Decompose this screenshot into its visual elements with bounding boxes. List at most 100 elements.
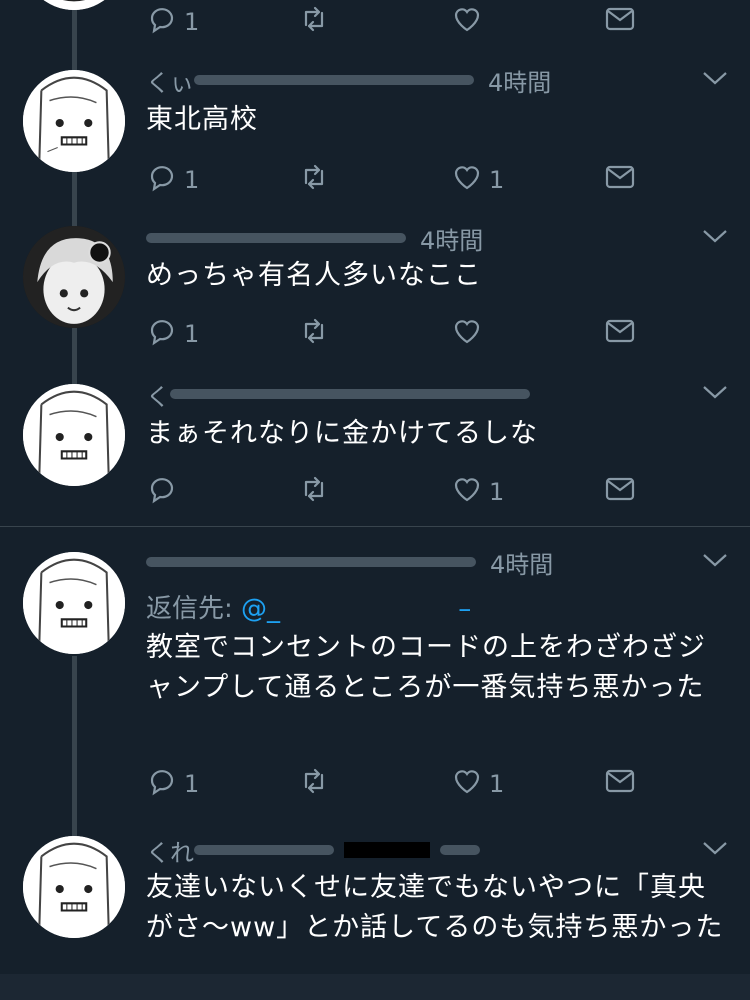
redacted-user (146, 557, 476, 567)
bottom-bar (0, 974, 750, 1000)
like-count: 1 (489, 770, 505, 798)
reply-count: 1 (184, 770, 200, 798)
tweet-actions: 1 (146, 2, 646, 42)
avatar[interactable] (23, 226, 125, 328)
reply-icon (146, 3, 178, 41)
reply-icon (146, 473, 178, 511)
redacted-time (440, 845, 480, 855)
dm-icon (604, 161, 636, 199)
tweet[interactable]: 1 (0, 0, 750, 52)
chevron-down-icon (703, 230, 727, 243)
reply-button[interactable]: 1 (146, 2, 199, 42)
tweet-actions: 1 (146, 314, 646, 354)
like-icon (451, 161, 483, 199)
reply-to-separator: – (458, 594, 472, 624)
timestamp[interactable]: 4時間 (420, 221, 483, 256)
retweet-icon (298, 3, 330, 41)
chevron-down-icon (703, 72, 727, 85)
dm-icon (604, 315, 636, 353)
tweet-header: くぃ 4時間 (146, 62, 706, 98)
chevron-down-icon (703, 554, 727, 567)
tweet-text: 友達いないくせに友達でもないやつに「真央がさ〜ww」とか話してるのも気持ち悪かっ… (146, 872, 724, 943)
dm-button[interactable] (604, 2, 636, 42)
like-icon (451, 473, 483, 511)
tweet-text: 教室でコンセントのコードの上をわざわざジャンプして通るところが一番気持ち悪かった (146, 632, 706, 703)
tweet-header: 4時間 (146, 220, 706, 256)
redacted-handle (170, 389, 530, 399)
tweet-text: 東北高校 (146, 104, 258, 135)
redacted-handle (194, 75, 474, 85)
reply-button[interactable] (146, 472, 178, 512)
tweet-text: めっちゃ有名人多いなここ (146, 260, 482, 291)
avatar[interactable] (23, 384, 125, 486)
dm-icon (604, 473, 636, 511)
like-count: 1 (489, 478, 505, 506)
retweet-icon (298, 161, 330, 199)
timestamp[interactable]: 4時間 (488, 63, 551, 98)
more-options-button[interactable] (702, 228, 728, 248)
like-icon (451, 3, 483, 41)
tweet-header: 4時間 (146, 544, 706, 580)
redacted-user (146, 233, 406, 243)
reply-count: 1 (184, 320, 200, 348)
reply-icon (146, 161, 178, 199)
chevron-down-icon (703, 842, 727, 855)
retweet-button[interactable] (298, 160, 330, 200)
avatar[interactable] (23, 836, 125, 938)
reply-to-handle[interactable]: @_ (241, 594, 280, 624)
redaction-bar (344, 842, 430, 858)
reply-button[interactable]: 1 (146, 314, 199, 354)
reply-button[interactable]: 1 (146, 764, 199, 804)
tweet-header: くれ (146, 832, 706, 868)
reply-count: 1 (184, 8, 200, 36)
retweet-button[interactable] (298, 764, 330, 804)
dm-icon (604, 3, 636, 41)
avatar[interactable] (23, 0, 125, 10)
like-button[interactable]: 1 (451, 472, 504, 512)
tweet[interactable]: く まぁそれなりに金かけてるしな 1 (0, 376, 750, 526)
like-button[interactable] (451, 2, 483, 42)
more-options-button[interactable] (702, 552, 728, 572)
more-options-button[interactable] (702, 840, 728, 860)
like-count: 1 (489, 166, 505, 194)
chevron-down-icon (703, 386, 727, 399)
redacted-handle (194, 845, 334, 855)
more-options-button[interactable] (702, 70, 728, 90)
reply-to-line: 返信先: @_ – (146, 588, 471, 625)
tweet-text: まぁそれなりに金かけてるしな (146, 418, 538, 449)
like-button[interactable]: 1 (451, 764, 504, 804)
user-name[interactable]: くぃ (146, 63, 194, 98)
like-button[interactable] (451, 314, 483, 354)
avatar[interactable] (23, 552, 125, 654)
retweet-button[interactable] (298, 2, 330, 42)
retweet-icon (298, 765, 330, 803)
dm-button[interactable] (604, 160, 636, 200)
tweet[interactable]: 4時間 めっちゃ有名人多いなここ 1 (0, 220, 750, 370)
avatar[interactable] (23, 70, 125, 172)
dm-button[interactable] (604, 764, 636, 804)
like-icon (451, 765, 483, 803)
like-icon (451, 315, 483, 353)
more-options-button[interactable] (702, 384, 728, 404)
tweet-actions: 1 (146, 472, 646, 512)
like-button[interactable]: 1 (451, 160, 504, 200)
conversation-divider (0, 526, 750, 527)
user-name[interactable]: く (146, 377, 170, 412)
reply-to-label: 返信先: (146, 594, 233, 624)
dm-button[interactable] (604, 314, 636, 354)
reply-count: 1 (184, 166, 200, 194)
tweet-header: く (146, 376, 706, 412)
retweet-icon (298, 473, 330, 511)
timestamp[interactable]: 4時間 (490, 545, 553, 580)
tweet[interactable]: くぃ 4時間 東北高校 1 1 (0, 62, 750, 212)
retweet-button[interactable] (298, 472, 330, 512)
retweet-button[interactable] (298, 314, 330, 354)
retweet-icon (298, 315, 330, 353)
tweet-actions: 1 1 (146, 764, 646, 804)
user-name[interactable]: くれ (146, 833, 194, 868)
tweet[interactable]: 4時間 返信先: @_ – 教室でコンセントのコードの上をわざわざジャンプして通… (0, 544, 750, 814)
dm-icon (604, 765, 636, 803)
dm-button[interactable] (604, 472, 636, 512)
reply-icon (146, 315, 178, 353)
reply-button[interactable]: 1 (146, 160, 199, 200)
